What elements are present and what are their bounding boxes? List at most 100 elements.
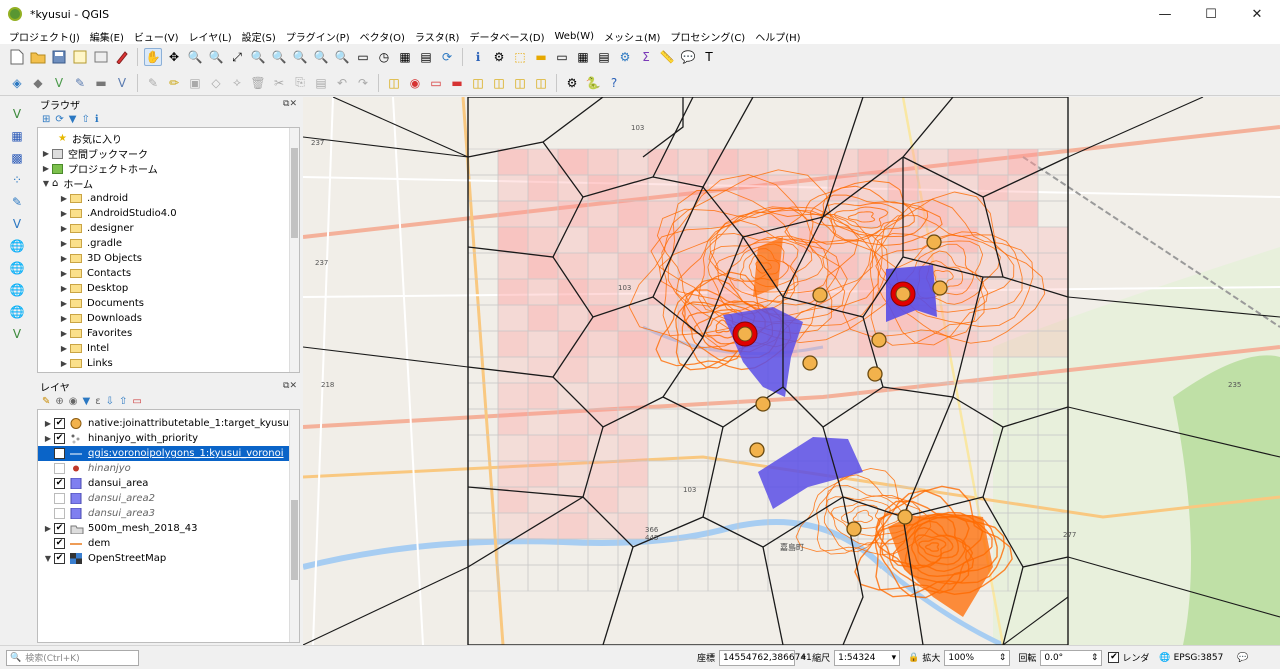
panel-close-icon[interactable]: ⧉✕ [283, 381, 297, 391]
zoom-to-layer-icon[interactable]: 🔍 [270, 48, 288, 66]
vertex-tool-icon[interactable]: ⟡ [228, 74, 246, 92]
layer-row[interactable]: ✔ dem [38, 536, 299, 551]
new-print-layout-icon[interactable] [71, 48, 89, 66]
menu-layer[interactable]: レイヤ(L) [184, 29, 237, 44]
browser-scrollbar[interactable] [289, 128, 299, 372]
browser-item-bookmarks[interactable]: ▶ 空間ブックマーク [38, 146, 299, 161]
menu-project[interactable]: プロジェクト(J) [4, 29, 85, 44]
browser-item-home[interactable]: ▼ ⌂ ホーム [38, 176, 299, 191]
add-arcgis-icon[interactable]: V [7, 325, 27, 343]
add-mesh-layer-icon[interactable]: ▩ [7, 149, 27, 167]
add-delimited-text-icon[interactable]: ⁘ [7, 171, 27, 189]
toggle-editing-icon[interactable]: ✏ [165, 74, 183, 92]
layer-checkbox[interactable] [54, 463, 65, 474]
zoom-out-icon[interactable]: 🔍 [207, 48, 225, 66]
diagram-icon[interactable]: ◫ [532, 74, 550, 92]
style-panel-icon[interactable]: ✎ [42, 396, 50, 407]
field-calculator-icon[interactable]: ▤ [595, 48, 613, 66]
deselect-icon[interactable]: ▬ [532, 48, 550, 66]
add-xyz-icon[interactable]: 🌐 [7, 259, 27, 277]
layer-row[interactable]: ▼ ✔ OpenStreetMap [38, 551, 299, 566]
browser-folder[interactable]: ▶ Links [38, 356, 299, 371]
refresh-icon[interactable]: ⟳ [438, 48, 456, 66]
filter-browser-icon[interactable]: ▼ [69, 114, 77, 125]
paste-features-icon[interactable]: ▤ [312, 74, 330, 92]
map-svg[interactable]: 237 237 235 103 103 103 218 366 445 277 … [303, 97, 1280, 645]
data-source-manager-icon[interactable]: ◈ [8, 74, 26, 92]
new-virtual-layer-icon[interactable]: V [113, 74, 131, 92]
rotation-spinbox[interactable]: 0.0° ⇕ [1040, 649, 1103, 666]
show-hide-labels-icon[interactable]: ▬ [448, 74, 466, 92]
copy-features-icon[interactable]: ⎘ [291, 74, 309, 92]
lock-icon[interactable]: 🔒 [908, 653, 919, 663]
menu-plugins[interactable]: プラグイン(P) [281, 29, 355, 44]
layer-checkbox[interactable]: ✔ [54, 433, 65, 444]
magnify-spinbox[interactable]: 100% ⇕ [944, 649, 1011, 666]
browser-item-project-home[interactable]: ▶ プロジェクトホーム [38, 161, 299, 176]
select-by-value-icon[interactable]: ▭ [553, 48, 571, 66]
zoom-full-icon[interactable]: ⤢ [228, 48, 246, 66]
manage-themes-icon[interactable]: ◉ [69, 396, 78, 407]
save-edits-icon[interactable]: ▣ [186, 74, 204, 92]
menu-view[interactable]: ビュー(V) [129, 29, 184, 44]
browser-folder[interactable]: ▶ .designer [38, 221, 299, 236]
menu-edit[interactable]: 編集(E) [85, 29, 129, 44]
zoom-last-icon[interactable]: 🔍 [312, 48, 330, 66]
style-manager-icon[interactable] [113, 48, 131, 66]
remove-layer-icon[interactable]: ▭ [132, 396, 141, 407]
browser-folder[interactable]: ▶ Contacts [38, 266, 299, 281]
toolbox-gear-icon[interactable]: ⚙ [616, 48, 634, 66]
redo-icon[interactable]: ↷ [354, 74, 372, 92]
save-project-icon[interactable] [50, 48, 68, 66]
browser-folder[interactable]: ▶ Favorites [38, 326, 299, 341]
add-vector-layer-icon[interactable]: V [7, 105, 27, 123]
browser-folder[interactable]: ▶ .AndroidStudio4.0 [38, 206, 299, 221]
filter-legend-icon[interactable]: ▼ [83, 396, 91, 407]
change-label-icon[interactable]: ◫ [511, 74, 529, 92]
layer-checkbox[interactable]: ✔ [54, 448, 65, 459]
zoom-next-icon[interactable]: 🔍 [333, 48, 351, 66]
attribute-table-icon[interactable]: ▦ [574, 48, 592, 66]
layer-checkbox[interactable]: ✔ [54, 553, 65, 564]
menu-web[interactable]: Web(W) [549, 31, 599, 42]
cut-features-icon[interactable]: ✂ [270, 74, 288, 92]
browser-folder[interactable]: ▶ Desktop [38, 281, 299, 296]
layer-row[interactable]: ▶ ✔ 500m_mesh_2018_43 [38, 521, 299, 536]
browser-folder[interactable]: ▶ Documents [38, 296, 299, 311]
bookmark-new-icon[interactable]: ▦ [396, 48, 414, 66]
menu-vector[interactable]: ベクタ(O) [355, 29, 410, 44]
pin-labels-icon[interactable]: ◉ [406, 74, 424, 92]
highlight-labels-icon[interactable]: ▭ [427, 74, 445, 92]
collapse-all-layers-icon[interactable]: ⇧ [119, 396, 127, 407]
browser-folder[interactable]: ▶ Downloads [38, 311, 299, 326]
layer-row[interactable]: dansui_area3 [38, 506, 299, 521]
add-selected-icon[interactable]: ⊞ [42, 114, 50, 125]
move-label-icon[interactable]: ◫ [469, 74, 487, 92]
undo-icon[interactable]: ↶ [333, 74, 351, 92]
open-project-icon[interactable] [29, 48, 47, 66]
panel-close-icon[interactable]: ⧉✕ [283, 99, 297, 109]
python-console-icon[interactable]: 🐍 [584, 74, 602, 92]
new-temporary-layer-icon[interactable]: ▬ [92, 74, 110, 92]
layer-checkbox[interactable]: ✔ [54, 538, 65, 549]
new-shapefile-icon[interactable]: V [50, 74, 68, 92]
delete-selected-icon[interactable]: 🗑 [249, 74, 267, 92]
statistics-sigma-icon[interactable]: Σ [637, 48, 655, 66]
layer-checkbox[interactable]: ✔ [54, 478, 65, 489]
menu-settings[interactable]: 設定(S) [237, 29, 281, 44]
menu-raster[interactable]: ラスタ(R) [410, 29, 465, 44]
new-geopackage-icon[interactable]: ◆ [29, 74, 47, 92]
layer-row[interactable]: dansui_area2 [38, 491, 299, 506]
zoom-to-selection-icon[interactable]: 🔍 [249, 48, 267, 66]
locator-search-input[interactable]: 🔍 検索(Ctrl+K) [6, 649, 139, 666]
add-raster-layer-icon[interactable]: ▦ [7, 127, 27, 145]
add-spatialite-icon[interactable]: ✎ [7, 193, 27, 211]
map-tips-icon[interactable]: 💬 [679, 48, 697, 66]
zoom-native-icon[interactable]: 🔍 [291, 48, 309, 66]
help-icon[interactable]: ? [605, 74, 623, 92]
layer-row[interactable]: hinanjyo [38, 461, 299, 476]
close-button[interactable]: ✕ [1234, 0, 1280, 28]
add-wfs-icon[interactable]: 🌐 [7, 303, 27, 321]
browser-folder[interactable]: ▶ .gradle [38, 236, 299, 251]
maximize-button[interactable]: ☐ [1188, 0, 1234, 28]
